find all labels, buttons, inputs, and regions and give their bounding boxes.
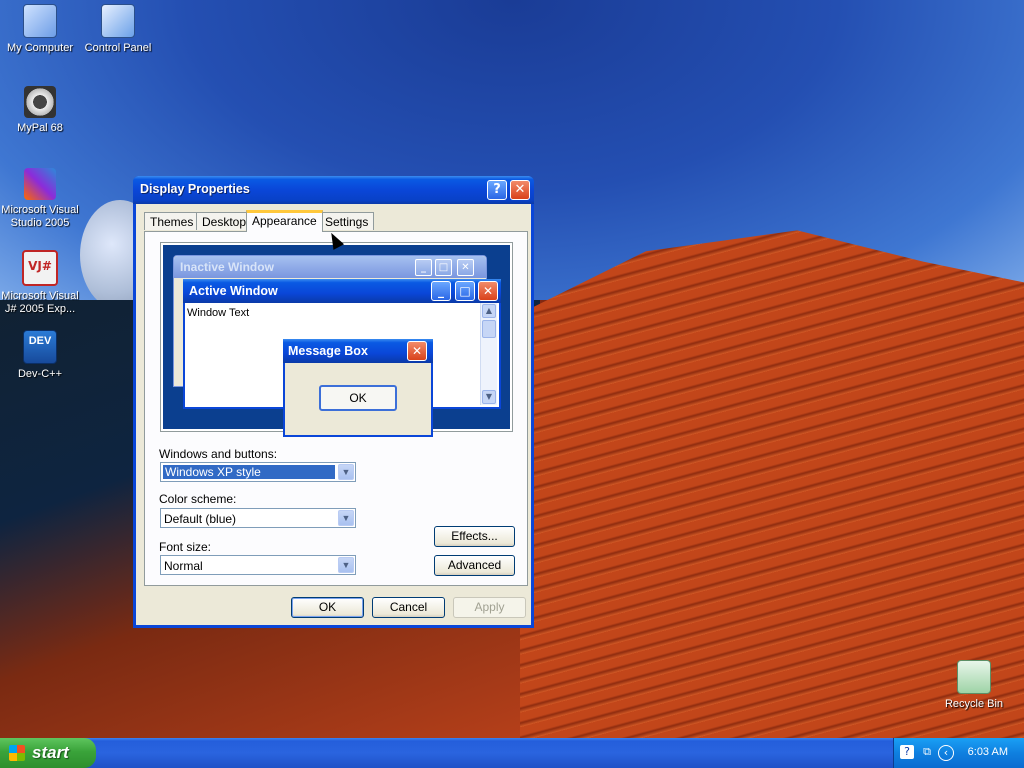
- help-tray-icon[interactable]: ?: [900, 745, 914, 759]
- visual-jsharp-icon: VJ#: [22, 250, 58, 286]
- color-scheme-value: Default (blue): [164, 512, 237, 526]
- clock[interactable]: 6:03 AM: [968, 746, 1008, 758]
- desktop-icon-control-panel[interactable]: Control Panel: [78, 4, 158, 55]
- desktop-icon-visual-studio[interactable]: Microsoft Visual Studio 2005: [0, 168, 80, 230]
- desktop-icon-label: Microsoft Visual Studio 2005: [1, 204, 79, 229]
- cancel-button[interactable]: Cancel: [372, 597, 445, 618]
- show-hidden-icons-icon[interactable]: ‹: [938, 745, 954, 761]
- windows-logo-icon: [9, 745, 25, 761]
- desktop-icon-label: Control Panel: [84, 42, 152, 54]
- computer-icon: [23, 4, 57, 38]
- minimize-icon: _: [415, 259, 432, 276]
- dev-cpp-icon: DEV: [23, 330, 57, 364]
- visual-studio-icon: [24, 168, 56, 200]
- chevron-down-icon[interactable]: ▼: [338, 557, 354, 573]
- desktop-icon-label: MyPal 68: [17, 122, 63, 134]
- apply-button[interactable]: Apply: [453, 597, 526, 618]
- font-size-label: Font size:: [159, 540, 212, 554]
- desktop-icon-label: Recycle Bin: [944, 698, 1004, 710]
- active-window-title: Active Window: [183, 279, 501, 303]
- active-window-preview: Active Window _ □ ✕ Window Text ▲ ▼ Mess…: [183, 279, 501, 437]
- mypal-browser-icon: [24, 86, 56, 118]
- tab-themes[interactable]: Themes: [144, 212, 200, 230]
- desktop-icon-dev-cpp[interactable]: DEV Dev-C++: [0, 330, 80, 381]
- tab-desktop[interactable]: Desktop: [196, 212, 253, 230]
- chevron-down-icon[interactable]: ▼: [338, 464, 354, 480]
- ok-button[interactable]: OK: [291, 597, 364, 618]
- help-button[interactable]: ?: [487, 180, 507, 200]
- title-bar[interactable]: Display Properties ? ✕: [133, 176, 534, 204]
- close-icon: ✕: [407, 341, 427, 361]
- advanced-button[interactable]: Advanced: [434, 555, 515, 576]
- desktop-icon-label: Microsoft Visual J# 2005 Exp...: [1, 290, 79, 315]
- message-box-preview: Message Box ✕ OK: [283, 339, 433, 437]
- scroll-down-icon: ▼: [482, 390, 496, 404]
- desktop-icon-recycle-bin[interactable]: Recycle Bin: [934, 660, 1014, 711]
- window-text-sample: Window Text: [187, 307, 250, 319]
- font-size-value: Normal: [164, 559, 203, 573]
- desktop-icon-label: My Computer: [6, 42, 74, 54]
- desktop-icon-visual-jsharp[interactable]: VJ# Microsoft Visual J# 2005 Exp...: [0, 250, 80, 316]
- scroll-up-icon: ▲: [482, 304, 496, 318]
- close-button[interactable]: ✕: [510, 180, 530, 200]
- appearance-preview: Inactive Window _ □ ✕ Active Window _ □ …: [161, 243, 512, 437]
- recycle-bin-icon: [957, 660, 991, 694]
- desktop-icon-label: Dev-C++: [17, 368, 63, 380]
- preview-scrollbar: ▲ ▼: [480, 303, 497, 405]
- color-scheme-select[interactable]: Default (blue) ▼: [160, 508, 356, 528]
- scroll-thumb: [482, 320, 496, 338]
- effects-button[interactable]: Effects...: [434, 526, 515, 547]
- color-scheme-label: Color scheme:: [159, 492, 237, 506]
- minimize-icon: _: [431, 281, 451, 301]
- windows-buttons-value: Windows XP style: [163, 465, 335, 479]
- windows-buttons-select[interactable]: Windows XP style ▼: [160, 462, 356, 482]
- start-button[interactable]: start: [0, 738, 96, 768]
- tab-appearance[interactable]: Appearance: [246, 210, 323, 232]
- system-tray: ? ⧉ ‹ 6:03 AM: [893, 738, 1024, 768]
- start-label: start: [32, 743, 69, 762]
- message-box-ok-button: OK: [319, 385, 397, 411]
- network-tray-icon[interactable]: ⧉: [920, 745, 934, 759]
- taskbar: start ? ⧉ ‹ 6:03 AM: [0, 738, 1024, 768]
- control-panel-icon: [101, 4, 135, 38]
- windows-buttons-label: Windows and buttons:: [159, 447, 278, 461]
- maximize-icon: □: [455, 281, 475, 301]
- font-size-select[interactable]: Normal ▼: [160, 555, 356, 575]
- desktop-icon-my-computer[interactable]: My Computer: [0, 4, 80, 55]
- close-icon: ✕: [457, 259, 474, 276]
- appearance-panel: Inactive Window _ □ ✕ Active Window _ □ …: [144, 231, 528, 586]
- maximize-icon: □: [435, 259, 452, 276]
- chevron-down-icon[interactable]: ▼: [338, 510, 354, 526]
- window-title: Display Properties: [140, 182, 250, 196]
- tab-settings[interactable]: Settings: [319, 212, 375, 230]
- close-icon: ✕: [478, 281, 498, 301]
- desktop-icon-mypal[interactable]: MyPal 68: [0, 86, 80, 135]
